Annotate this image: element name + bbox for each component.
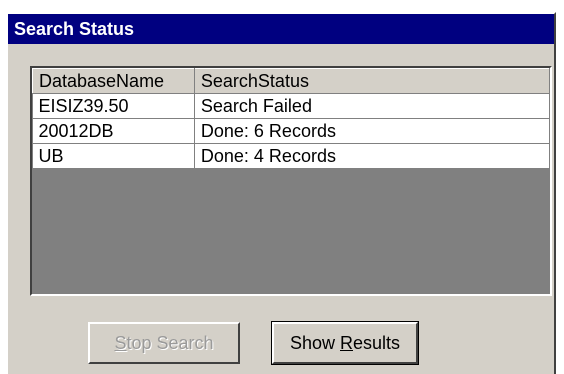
cell-search-status[interactable]: Done: 6 Records <box>194 118 550 144</box>
show-results-label-rest: esults <box>353 333 401 353</box>
stop-search-label: top Search <box>126 333 214 353</box>
cell-database-name[interactable]: UB <box>32 143 195 169</box>
cell-search-status[interactable]: Search Failed <box>194 93 550 119</box>
table-row[interactable]: EISIZ39.50 Search Failed <box>32 93 550 119</box>
header-row: DatabaseName SearchStatus <box>32 68 550 94</box>
search-status-window: Search Status DatabaseName SearchStatus … <box>6 12 556 374</box>
table-row[interactable]: 20012DB Done: 6 Records <box>32 118 550 144</box>
stop-search-hotkey: S <box>114 333 127 353</box>
cell-database-name[interactable]: EISIZ39.50 <box>32 93 195 119</box>
column-header-searchstatus[interactable]: SearchStatus <box>193 68 550 94</box>
show-results-label-pre: Show <box>289 333 340 353</box>
stop-search-button[interactable]: Stop Search <box>88 322 240 364</box>
column-header-databasename[interactable]: DatabaseName <box>32 68 195 94</box>
show-results-button[interactable]: Show Results <box>271 321 419 365</box>
cell-search-status[interactable]: Done: 4 Records <box>194 143 550 169</box>
results-table: DatabaseName SearchStatus EISIZ39.50 Sea… <box>32 68 550 169</box>
show-results-hotkey: R <box>340 333 353 353</box>
window-title: Search Status <box>8 14 554 44</box>
cell-database-name[interactable]: 20012DB <box>32 118 195 144</box>
table-row[interactable]: UB Done: 4 Records <box>32 143 550 169</box>
results-grid[interactable]: DatabaseName SearchStatus EISIZ39.50 Sea… <box>30 66 552 296</box>
